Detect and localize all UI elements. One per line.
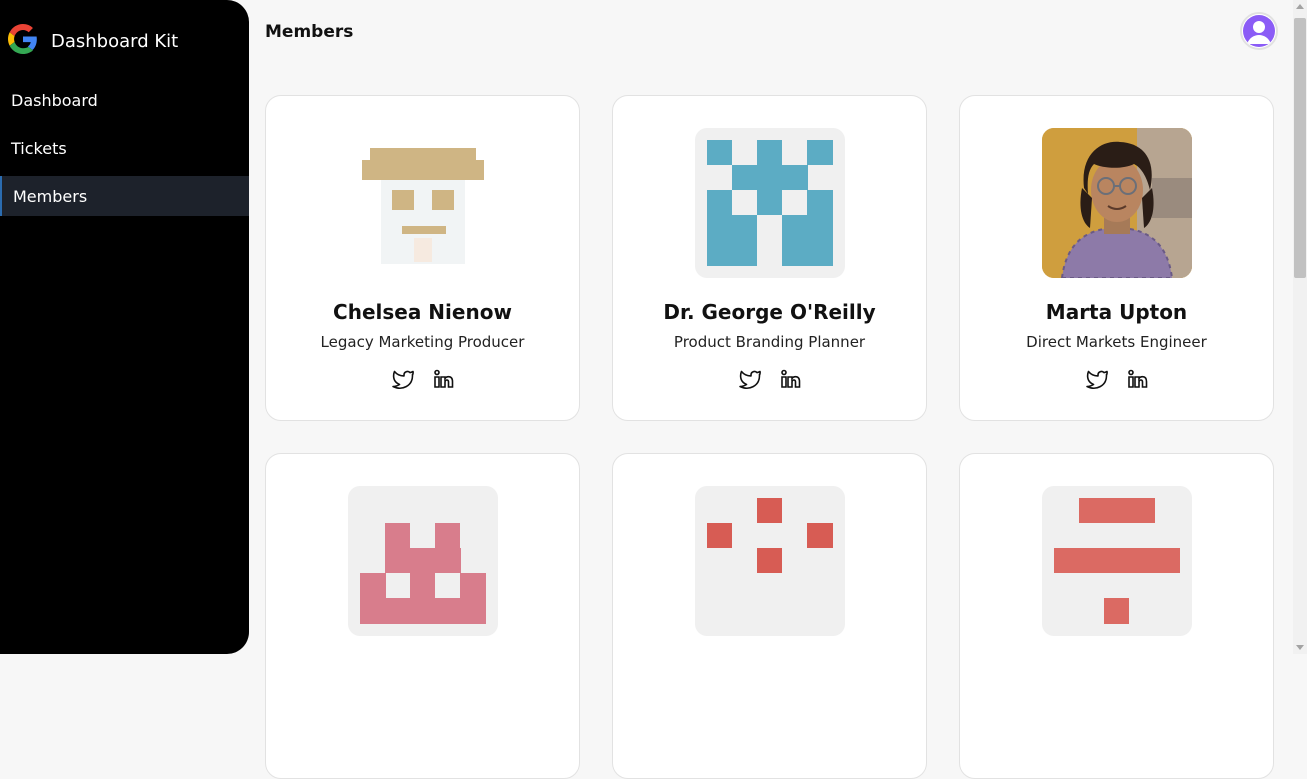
pink-pixel-identicon-avatar (348, 486, 498, 636)
sidebar-item-tickets[interactable]: Tickets (0, 128, 249, 168)
sidebar-item-dashboard[interactable]: Dashboard (0, 80, 249, 120)
scrollbar-thumb[interactable] (1294, 18, 1306, 278)
user-avatar-button[interactable] (1240, 12, 1278, 50)
social-links (266, 367, 579, 391)
member-name: Chelsea Nienow (333, 300, 512, 324)
member-name: Dr. George O'Reilly (663, 300, 876, 324)
social-links (960, 367, 1273, 391)
scroll-down-arrow-icon[interactable] (1296, 645, 1304, 650)
linkedin-icon[interactable] (778, 367, 802, 391)
red-bars-identicon-avatar (1042, 486, 1192, 636)
blue-pixel-identicon-avatar (695, 128, 845, 278)
sidebar-item-label: Dashboard (11, 90, 98, 110)
sidebar-item-label: Tickets (11, 138, 67, 158)
user-avatar-icon (1243, 15, 1275, 47)
sidebar-item-members[interactable]: Members (0, 176, 249, 216)
page-title: Members (265, 22, 354, 42)
red-dots-identicon-avatar (695, 486, 845, 636)
sidebar-nav: Dashboard Tickets Members (0, 80, 249, 224)
google-icon (8, 24, 38, 58)
person-photo-avatar (1042, 128, 1192, 278)
twitter-icon[interactable] (738, 367, 762, 391)
member-card: Marta Upton Direct Markets Engineer (959, 95, 1274, 421)
member-card: Dr. George O'Reilly Product Branding Pla… (612, 95, 927, 421)
twitter-icon[interactable] (391, 367, 415, 391)
scroll-up-arrow-icon[interactable] (1296, 4, 1304, 9)
pixel-hat-face-avatar (348, 128, 498, 278)
linkedin-icon[interactable] (431, 367, 455, 391)
brand-title: Dashboard Kit (51, 30, 179, 52)
linkedin-icon[interactable] (1125, 367, 1149, 391)
member-card (959, 453, 1274, 779)
member-role: Product Branding Planner (673, 333, 866, 351)
member-card (265, 453, 580, 779)
member-name: Marta Upton (1045, 300, 1188, 324)
sidebar: Dashboard Kit Dashboard Tickets Members (0, 0, 249, 654)
sidebar-item-label: Members (13, 186, 88, 206)
twitter-icon[interactable] (1085, 367, 1109, 391)
member-card: Chelsea Nienow Legacy Marketing Producer (265, 95, 580, 421)
social-links (613, 367, 926, 391)
brand[interactable]: Dashboard Kit (8, 24, 178, 58)
member-role: Direct Markets Engineer (1026, 333, 1207, 351)
member-card (612, 453, 927, 779)
member-role: Legacy Marketing Producer (320, 333, 525, 351)
page-scrollbar[interactable] (1293, 0, 1307, 654)
